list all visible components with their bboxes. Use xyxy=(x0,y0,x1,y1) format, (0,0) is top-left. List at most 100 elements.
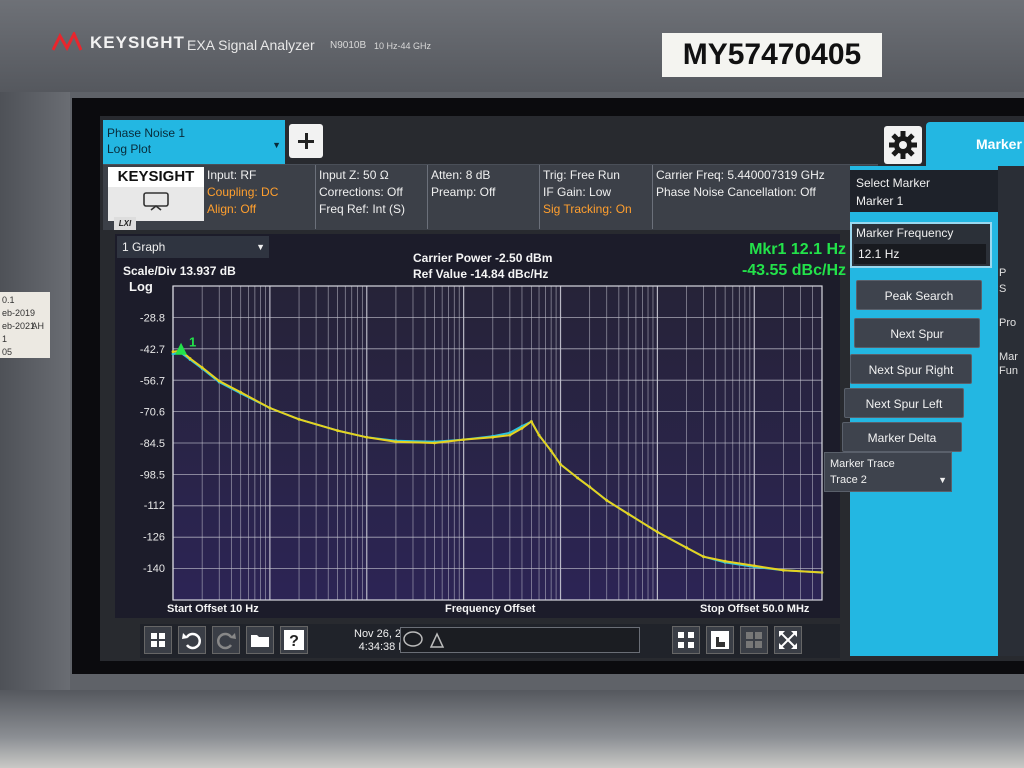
undo-button[interactable] xyxy=(178,626,206,654)
marker-frequency-softkey[interactable]: Marker Frequency 12.1 Hz xyxy=(850,222,992,268)
scale-type: Log xyxy=(129,279,153,294)
marker-menu-tab[interactable]: Marker xyxy=(926,122,1024,166)
help-button[interactable]: ? xyxy=(280,626,308,654)
trace-point xyxy=(462,438,465,441)
touch-hand-icon xyxy=(711,631,729,649)
trace-point xyxy=(702,555,705,559)
settings-divider xyxy=(539,165,540,229)
y-tick-label: -28.8 xyxy=(140,312,165,324)
next-spur-left-button[interactable]: Next Spur Left xyxy=(844,388,964,418)
cal-line: eb-2019 xyxy=(2,308,36,318)
marker-delta-button[interactable]: Marker Delta xyxy=(842,422,962,452)
trace-point xyxy=(268,406,272,410)
impedance-settings[interactable]: Input Z: 50 Ω Corrections: Off Freq Ref:… xyxy=(319,167,405,218)
atten-setting: Atten: 8 dB xyxy=(431,168,491,182)
graph-layout-select[interactable]: 1 Graph ▼ xyxy=(117,236,269,258)
marker-amplitude-readout: -43.55 dBc/Hz xyxy=(741,262,846,279)
analyzer-screen: Phase Noise 1 Log Plot ▼ Marker KEYSIGHT… xyxy=(72,98,1024,674)
next-spur-right-button[interactable]: Next Spur Right xyxy=(850,354,972,384)
stop-offset-label: Stop Offset 50.0 MHz xyxy=(700,603,810,615)
grid-layout-icon xyxy=(678,632,694,648)
cal-initials: AH xyxy=(31,321,44,331)
calibration-sticker: 0.1 eb-2019 eb-2021 1 05 AH xyxy=(0,292,50,358)
carrier-settings[interactable]: Carrier Freq: 5.440007319 GHz Phase Nois… xyxy=(656,167,825,201)
screen-content: Phase Noise 1 Log Plot ▼ Marker KEYSIGHT… xyxy=(100,116,1024,661)
trace-point xyxy=(752,564,756,568)
settings-divider xyxy=(315,165,316,229)
phase-noise-plot[interactable]: -28.8 -42.7 -56.7 -70.6 -84.5 -98.5 -112 -126 -1… xyxy=(115,234,840,618)
settings-button[interactable] xyxy=(884,126,922,164)
freq-ref-setting: Freq Ref: Int (S) xyxy=(319,202,406,216)
next-spur-button[interactable]: Next Spur xyxy=(854,318,980,348)
mode-tab-subtitle: Log Plot xyxy=(107,142,152,156)
redo-arrow-icon xyxy=(217,632,236,650)
side-softkey-label[interactable]: P xyxy=(999,266,1024,280)
side-softkey-label[interactable]: Pro xyxy=(999,316,1024,330)
mode-measurement-tab[interactable]: Phase Noise 1 Log Plot ▼ xyxy=(103,120,285,164)
trace-point xyxy=(588,485,592,489)
coupling-setting: Coupling: DC xyxy=(207,185,279,199)
select-marker-title: Select Marker xyxy=(856,176,931,190)
serial-number-label: MY57470405 xyxy=(662,33,882,77)
sig-tracking-setting: Sig Tracking: On xyxy=(543,202,632,216)
redo-button[interactable] xyxy=(212,626,240,654)
windows-start-button[interactable] xyxy=(144,626,172,654)
window-grid-icon xyxy=(746,632,762,648)
y-tick-label: -42.7 xyxy=(140,344,165,356)
trace-point xyxy=(549,449,553,453)
lxi-badge: LXI xyxy=(114,217,136,230)
trace-point xyxy=(559,463,562,466)
side-softkey-label[interactable]: Mar xyxy=(999,350,1024,364)
trace-point xyxy=(520,426,524,430)
gear-icon xyxy=(889,131,917,159)
trigger-settings[interactable]: Trig: Free Run IF Gain: Low Sig Tracking… xyxy=(543,167,632,218)
cal-line: 1 xyxy=(2,334,8,344)
carrier-power-readout: Carrier Power -2.50 dBm xyxy=(413,251,553,265)
window-layout-button[interactable] xyxy=(672,626,700,654)
keysight-badge-word: KEYSIGHT xyxy=(108,167,204,187)
taskbar: ? Nov 26, 2019 4:34:38 PM xyxy=(140,624,840,658)
message-bubble-icon xyxy=(403,631,445,648)
trace-point xyxy=(537,433,541,437)
svg-text:?: ? xyxy=(289,633,299,650)
start-offset-label: Start Offset 10 Hz xyxy=(167,603,259,615)
trace-point xyxy=(200,366,204,369)
file-button[interactable] xyxy=(246,626,274,654)
select-marker-softkey[interactable]: Select Marker Marker 1 xyxy=(850,170,1000,214)
x-axis-label: Frequency Offset xyxy=(445,603,536,615)
multi-window-button[interactable] xyxy=(740,626,768,654)
add-mode-button[interactable] xyxy=(289,124,323,158)
settings-divider xyxy=(427,165,428,229)
expand-arrows-icon xyxy=(779,631,797,649)
chevron-down-icon: ▼ xyxy=(256,242,265,252)
input-settings[interactable]: Input: RF Coupling: DC Align: Off xyxy=(207,167,278,218)
trace-point xyxy=(576,476,579,480)
cal-line: 05 xyxy=(2,347,13,357)
trace-point xyxy=(171,350,175,354)
side-softkey-label[interactable]: S xyxy=(999,282,1024,296)
keysight-wave-logo-icon xyxy=(52,32,82,52)
y-tick-label: -140 xyxy=(143,563,165,575)
graph-panel[interactable]: -28.8 -42.7 -56.7 -70.6 -84.5 -98.5 -112 -126 -1… xyxy=(115,234,846,618)
ref-value-readout: Ref Value -14.84 dBc/Hz xyxy=(413,267,549,281)
y-axis-ticks: -28.8 -42.7 -56.7 -70.6 -84.5 -98.5 -112 -126 -1… xyxy=(140,312,165,575)
marker-frequency-input[interactable]: 12.1 Hz xyxy=(854,244,986,264)
trace-point xyxy=(723,559,727,563)
trace-point xyxy=(297,417,301,421)
side-softkey-label[interactable]: Fun xyxy=(999,364,1024,378)
mode-tab-title: Phase Noise 1 xyxy=(107,126,186,140)
trace-point xyxy=(433,441,436,445)
trace-point xyxy=(394,440,398,444)
trace-point xyxy=(508,433,512,437)
peak-search-button[interactable]: Peak Search xyxy=(856,280,982,310)
full-screen-button[interactable] xyxy=(774,626,802,654)
marker-1-label: 1 xyxy=(189,335,196,350)
attenuation-settings[interactable]: Atten: 8 dB Preamp: Off xyxy=(431,167,495,201)
touch-toggle-button[interactable] xyxy=(706,626,734,654)
trace-point xyxy=(217,379,221,383)
message-area[interactable] xyxy=(400,627,640,653)
trace-point xyxy=(605,499,609,502)
keysight-badge[interactable]: KEYSIGHT LXI xyxy=(108,167,204,230)
marker-trace-select[interactable]: Marker Trace Trace 2 ▼ xyxy=(824,452,952,492)
undo-arrow-icon xyxy=(182,632,201,650)
